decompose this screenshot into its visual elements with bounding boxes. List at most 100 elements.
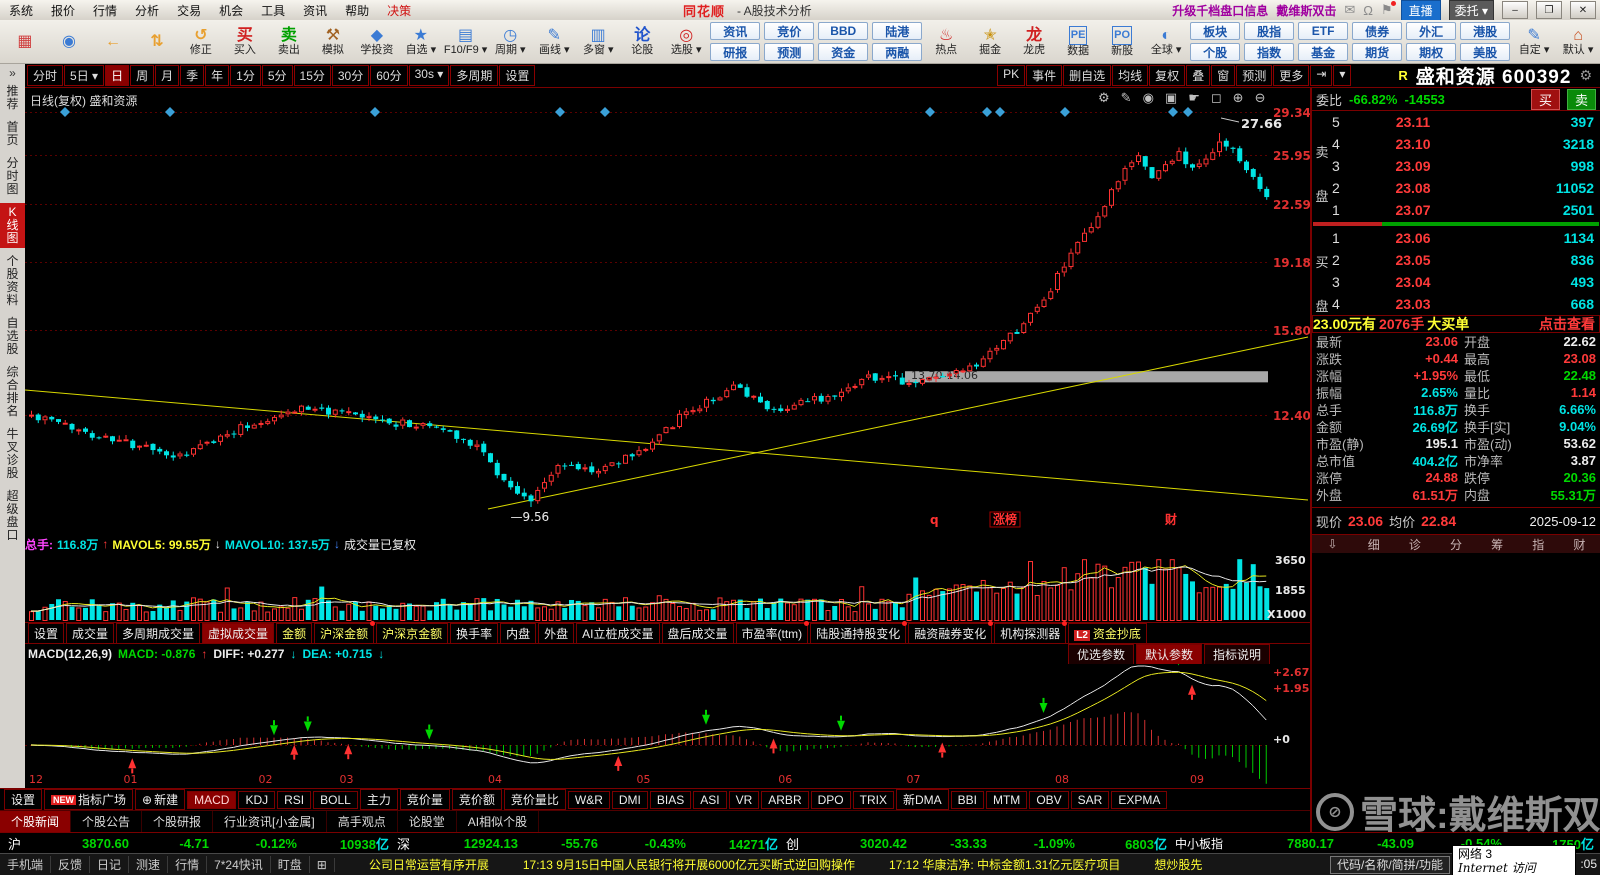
bottom-tab-OBV[interactable]: OBV [1029,790,1069,809]
bottom-tab-SAR[interactable]: SAR [1070,790,1110,809]
chart-action-预测[interactable]: 预测 [1236,65,1273,86]
toolbox-icon[interactable]: ▣ [1165,90,1177,106]
code-input-hint[interactable]: 代码/名称/简拼/功能 [1330,856,1451,874]
minimize-button[interactable]: – [1502,1,1528,19]
news-tab-论股堂[interactable]: 论股堂 [398,811,457,832]
sidebar-item-综合排名[interactable]: 综 合 排 名 [0,363,25,421]
indicator-tab-陆股通持股变化[interactable]: 陆股通持股变化 [810,620,908,644]
indicator-tab-成交量[interactable]: 成交量 [66,622,115,644]
toolbar-ETF-button[interactable]: ETF [1298,22,1349,40]
indicator-tab-融资融券变化[interactable]: 融资融券变化 [908,620,994,644]
toolbar-研报-button[interactable]: 研报 [710,43,761,61]
toolbar-资金-button[interactable]: 资金 [818,43,869,61]
toolbar-f10-button[interactable]: ▤ F10/F9 ▾ [443,21,488,63]
chart-action-窗[interactable]: 窗 [1211,65,1236,86]
bottom-tab-竞价额[interactable]: 竞价额 [451,789,502,810]
menu-行情[interactable]: 行情 [84,2,126,19]
mini-tab-财[interactable]: 财 [1559,536,1600,553]
news-tab-行业资讯[小金属][interactable]: 行业资讯[小金属] [213,811,327,832]
sidebar-item-推荐[interactable]: 推 荐 [0,82,25,114]
toolbar-default-layout-button[interactable]: ⌂ 默认 ▾ [1556,21,1600,63]
toolbar-BBD-button[interactable]: BBD [818,22,869,40]
period-年[interactable]: 年 [205,65,230,86]
toolbar-预测-button[interactable]: 预测 [764,43,815,61]
status-tab-行情[interactable]: 行情 [168,856,208,873]
indicator-tab-沪深京金额[interactable]: 沪深京金额 [376,622,449,644]
draw-icon[interactable]: ✎ [1121,90,1132,106]
eye-icon[interactable]: ◉ [1143,90,1154,106]
sidebar-item-超级盘口[interactable]: 超 级 盘 口 [0,487,25,545]
period-5日[interactable]: 5日 ▾ [64,65,105,86]
toolbar-buy-button[interactable]: 买买入 [223,21,267,63]
toolbar-page-up-down-button[interactable]: ⇅ [135,21,179,63]
period-5分[interactable]: 5分 [261,65,293,86]
menu-交易[interactable]: 交易 [168,2,210,19]
buy-button[interactable]: 买 [1530,88,1560,110]
chart-action-icon-1[interactable]: ▾ [1333,65,1352,86]
notice-action[interactable]: 点击查看 [1539,314,1599,334]
bottom-tab-EXPMA[interactable]: EXPMA [1111,790,1168,809]
period-60分[interactable]: 60分 [370,65,408,86]
toolbar-forum-button[interactable]: 论论股 [620,21,664,63]
indicator-tab-换手率[interactable]: 换手率 [450,622,499,644]
bottom-tab-BOLL[interactable]: BOLL [313,790,358,809]
volume-chart[interactable] [25,552,1310,622]
toolbar-stock-pick-button[interactable]: ◎ 选股 ▾ [664,21,708,63]
trade-entrust-button[interactable]: 委托 ▾ [1448,0,1494,21]
chart-action-PK[interactable]: PK [997,65,1026,86]
bottom-tab-DPO[interactable]: DPO [810,790,851,809]
period-多周期[interactable]: 多周期 [450,65,499,86]
kline-chart[interactable] [25,88,1310,536]
bottom-tab-RSI[interactable]: RSI [277,790,312,809]
sidebar-item-首页[interactable]: 首 页 [0,118,25,150]
toolbar-dragon-tiger-button[interactable]: 龙龙虎 [1012,21,1056,63]
bottom-tab-新DMA[interactable]: 新DMA [895,789,949,810]
status-news-1[interactable]: 17:13 9月15日中国人民银行将开展6000亿元买断式逆回购操作 [523,856,855,873]
menu-决策[interactable]: 决策 [378,2,420,19]
bottom-tab-MACD[interactable]: MACD [187,790,237,809]
promo-icon[interactable]: ⚑ [1381,1,1396,18]
sidebar-item-个股资料[interactable]: 个 股 资 料 [0,252,25,310]
sidebar-item-自选股[interactable]: 自 选 股 [0,314,25,359]
period-设置[interactable]: 设置 [499,65,536,86]
bottom-tab-DMI[interactable]: DMI [611,790,648,809]
period-30分[interactable]: 30分 [331,65,370,86]
status-tab-反馈[interactable]: 反馈 [51,856,91,873]
toolbar-back-button[interactable]: ← [91,21,135,63]
close-button[interactable]: ✕ [1570,1,1596,19]
indicator-tab-多周期成交量[interactable]: 多周期成交量 [116,622,201,644]
toolbar-两融-button[interactable]: 两融 [872,43,923,61]
lock-icon[interactable]: ◻ [1211,90,1222,106]
indicator-tab-内盘[interactable]: 内盘 [500,622,537,644]
toolbar-期权-button[interactable]: 期权 [1406,43,1457,61]
menu-报价[interactable]: 报价 [42,2,84,19]
period-30s[interactable]: 30s ▾ [408,65,450,86]
index-label-沪[interactable]: 沪 [0,834,34,853]
chart-action-更多[interactable]: 更多 [1273,65,1310,86]
bottom-tab-设置[interactable]: 设置 [4,789,43,810]
indicator-tab-金额[interactable]: 金额 [276,622,313,644]
mail-icon[interactable]: ✉ [1344,2,1355,18]
sidebar-item-K线图[interactable]: K 线 图 [0,203,25,248]
restore-button[interactable]: ❐ [1536,1,1562,19]
toolbar-板块-button[interactable]: 板块 [1190,22,1241,40]
zoom-out-icon[interactable]: ⊖ [1255,90,1266,106]
toolbar-基金-button[interactable]: 基金 [1298,43,1349,61]
mini-tab-分[interactable]: 分 [1435,536,1476,553]
status-tab-7*24快讯[interactable]: 7*24快讯 [207,856,271,873]
chart-settings-icon[interactable]: ⚙ [1098,90,1110,106]
toolbar-learn-invest-button[interactable]: ◆ 学投资 [355,21,399,63]
upgrade-link[interactable]: 升级千档盘口信息 [1172,2,1268,19]
toolbar-个股-button[interactable]: 个股 [1190,43,1241,61]
bottom-tab-主力[interactable]: 主力 [359,789,398,810]
mini-tab-细[interactable]: 细 [1353,536,1394,553]
indicator-tab-沪深金额[interactable]: 沪深金额 [314,620,376,644]
zoom-in-icon[interactable]: ⊕ [1233,90,1244,106]
toolbar-data-pe-button[interactable]: PE 数据 [1056,21,1100,63]
status-tab-测速[interactable]: 测速 [129,856,169,873]
toolbar-sell-button[interactable]: 卖卖出 [267,21,311,63]
bottom-tab-BBI[interactable]: BBI [950,790,984,809]
param-指标说明[interactable]: 指标说明 [1203,644,1270,665]
macd-chart[interactable] [25,664,1310,788]
toolbar-multi-pane-button[interactable]: ▥ 多窗 ▾ [576,21,620,63]
